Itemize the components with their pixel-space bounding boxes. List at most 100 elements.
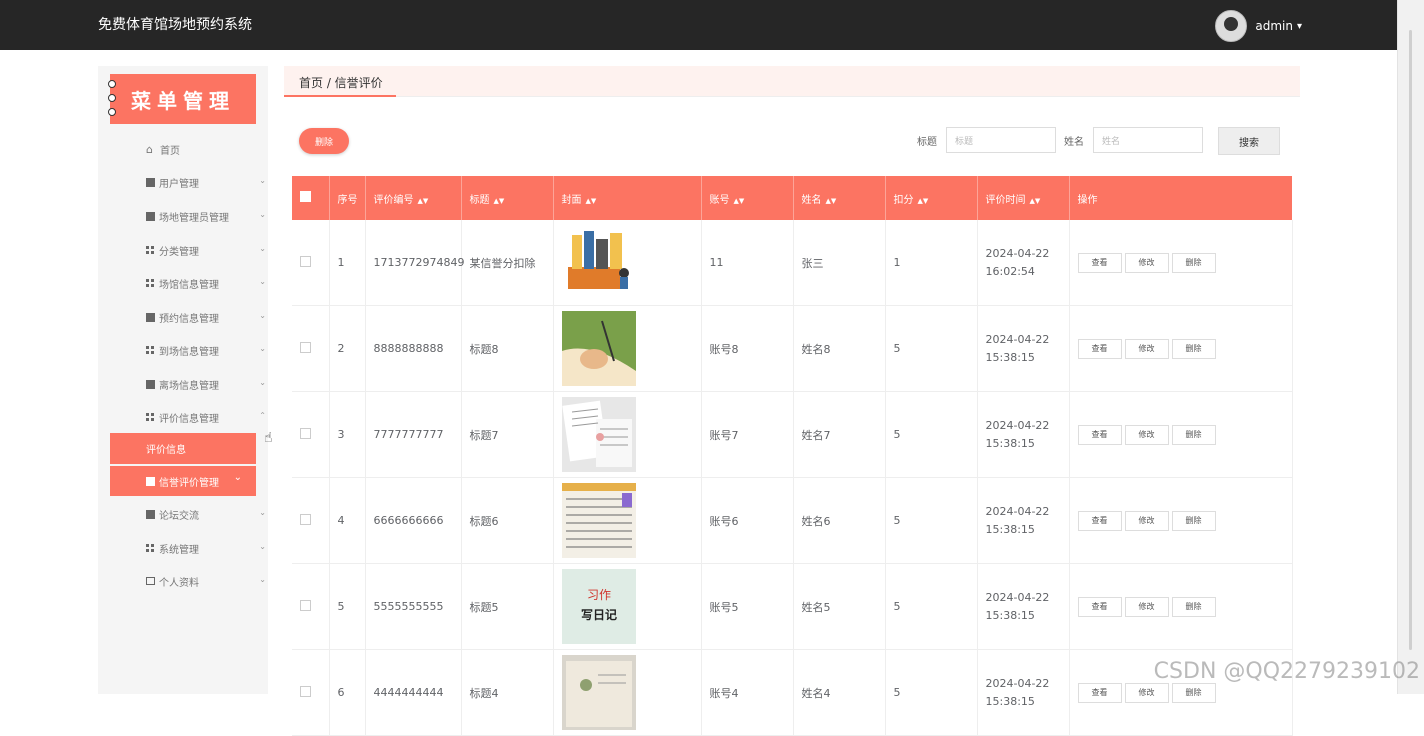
sidebar-item-4[interactable]: 场馆信息管理 ⌄ [146, 273, 266, 293]
sidebar-item-1[interactable]: 用户管理 ⌄ [146, 172, 266, 192]
view-button[interactable]: 查看 [1077, 682, 1122, 703]
row-checkbox-cell[interactable] [292, 563, 330, 650]
header-title[interactable]: 标题 ▲▼ [461, 176, 554, 220]
sidebar-item-5[interactable]: 预约信息管理 ⌄ [146, 307, 266, 327]
chevron-down-icon[interactable]: ⌄ [259, 575, 266, 584]
delete-button[interactable]: 删除 [1171, 424, 1216, 445]
row-checkbox[interactable] [300, 685, 311, 697]
chevron-down-icon[interactable]: ⌄ [259, 210, 266, 219]
title-search-label: 标题 [917, 137, 937, 148]
row-checkbox-cell[interactable] [292, 477, 330, 564]
chevron-down-icon[interactable]: ⌄ [259, 244, 266, 253]
header-cover[interactable]: 封面 ▲▼ [553, 176, 702, 220]
sort-icon[interactable]: ▲▼ [918, 197, 929, 205]
table-row[interactable]: 4 6666666666 标题6 账号6 姓名6 5 2024-04-22 15:38:15… [292, 477, 1293, 564]
row-cover-image [553, 305, 702, 392]
chevron-down-icon[interactable]: ⌄ [259, 508, 266, 517]
view-button[interactable]: 查看 [1077, 510, 1122, 531]
select-all-checkbox[interactable] [292, 176, 330, 220]
row-points: 5 [885, 305, 978, 392]
sidebar-item-10[interactable]: 信誉评价管理 ⌄ [110, 466, 256, 496]
edit-button[interactable]: 修改 [1124, 682, 1169, 703]
chevron-down-icon[interactable]: ⌄ [234, 472, 242, 483]
table-row[interactable]: 3 7777777777 标题7 账号7 姓名7 5 2024-04-22 15:38:15… [292, 391, 1293, 478]
edit-button[interactable]: 修改 [1124, 596, 1169, 617]
sidebar-item-0[interactable]: ⌂ 首页 [146, 139, 246, 159]
row-checkbox[interactable] [300, 599, 311, 611]
title-search-input[interactable]: 标题 [946, 127, 1056, 153]
row-points: 5 [885, 477, 978, 564]
sidebar-item-label: 分类管理 [159, 246, 199, 258]
search-button[interactable]: 搜索 [1218, 127, 1280, 155]
page-scrollbar[interactable] [1397, 0, 1424, 694]
chat-icon [146, 509, 155, 519]
chevron-down-icon[interactable]: ⌄ [259, 542, 266, 551]
breadcrumb-text[interactable]: 首页 / 信誉评价 [299, 74, 383, 91]
caret-down-icon[interactable]: ▾ [1297, 21, 1302, 32]
row-checkbox[interactable] [300, 513, 311, 525]
row-checkbox[interactable] [300, 427, 311, 439]
table-row[interactable]: 1 1713772974849 某信誉分扣除 11 张三 1 2024-04-22 16:0… [292, 220, 1293, 306]
row-cover-image [553, 220, 702, 306]
table-row[interactable]: 6 4444444444 标题4 账号4 姓名4 5 2024-04-22 15:38:15… [292, 649, 1293, 736]
view-button[interactable]: 查看 [1077, 338, 1122, 359]
chevron-down-icon[interactable]: ⌄ [259, 378, 266, 387]
chevron-down-icon[interactable]: ⌄ [259, 311, 266, 320]
sidebar-item-2[interactable]: 场地管理员管理 ⌄ [146, 206, 266, 226]
row-checkbox[interactable] [300, 255, 311, 267]
select-all-checkbox-box[interactable] [300, 191, 311, 202]
view-button[interactable]: 查看 [1077, 252, 1122, 273]
chevron-down-icon[interactable]: ⌄ [259, 344, 266, 353]
row-checkbox-cell[interactable] [292, 220, 330, 306]
delete-button[interactable]: 删除 [1171, 682, 1216, 703]
sidebar-item-7[interactable]: 离场信息管理 ⌄ [146, 374, 266, 394]
delete-button[interactable]: 删除 [1171, 510, 1216, 531]
sidebar-item-11[interactable]: 论坛交流 ⌄ [146, 504, 266, 524]
user-menu[interactable]: admin ▾ [1215, 10, 1302, 42]
row-checkbox-cell[interactable] [292, 305, 330, 392]
header-account[interactable]: 账号 ▲▼ [701, 176, 794, 220]
watermark: CSDN @QQ2279239102 [1153, 659, 1420, 684]
view-button[interactable]: 查看 [1077, 424, 1122, 445]
scrollbar-thumb[interactable] [1409, 30, 1412, 650]
edit-button[interactable]: 修改 [1124, 338, 1169, 359]
batch-delete-button[interactable]: 删除 [299, 128, 349, 154]
binder-ring-icon [108, 94, 116, 102]
sidebar-item-3[interactable]: 分类管理 ⌄ [146, 240, 266, 260]
delete-button[interactable]: 删除 [1171, 252, 1216, 273]
row-checkbox-cell[interactable] [292, 391, 330, 478]
sort-icon[interactable]: ▲▼ [1030, 197, 1041, 205]
header-points[interactable]: 扣分 ▲▼ [885, 176, 978, 220]
sort-icon[interactable]: ▲▼ [494, 197, 505, 205]
row-checkbox-cell[interactable] [292, 649, 330, 736]
sort-icon[interactable]: ▲▼ [826, 197, 837, 205]
sidebar-item-8[interactable]: 评价信息管理 ⌃ [146, 407, 266, 427]
chevron-up-icon[interactable]: ⌃ [259, 411, 266, 420]
view-button[interactable]: 查看 [1077, 596, 1122, 617]
avatar[interactable] [1215, 10, 1248, 42]
edit-button[interactable]: 修改 [1124, 510, 1169, 531]
sidebar-item-6[interactable]: 到场信息管理 ⌄ [146, 340, 266, 360]
username[interactable]: admin [1255, 19, 1293, 33]
sort-icon[interactable]: ▲▼ [586, 197, 597, 205]
sidebar-item-12[interactable]: 系统管理 ⌄ [146, 538, 266, 558]
edit-button[interactable]: 修改 [1124, 252, 1169, 273]
header-name[interactable]: 姓名 ▲▼ [793, 176, 886, 220]
sort-icon[interactable]: ▲▼ [734, 197, 745, 205]
delete-button[interactable]: 删除 [1171, 338, 1216, 359]
table-row[interactable]: 2 8888888888 标题8 账号8 姓名8 5 2024-04-22 15:38:15… [292, 305, 1293, 392]
edit-button[interactable]: 修改 [1124, 424, 1169, 445]
chevron-down-icon[interactable]: ⌄ [259, 176, 266, 185]
sidebar-item-label: 系统管理 [159, 544, 199, 556]
table-row[interactable]: 5 5555555555 标题5 习作 写日记 账号5 姓名5 5 2024-04-22 15:… [292, 563, 1293, 650]
row-no: 2 [329, 305, 366, 392]
header-code[interactable]: 评价编号 ▲▼ [365, 176, 462, 220]
sort-icon[interactable]: ▲▼ [418, 197, 429, 205]
row-checkbox[interactable] [300, 341, 311, 353]
sidebar-item-9[interactable]: 评价信息 [110, 433, 256, 464]
sidebar-item-13[interactable]: 个人资料 ⌄ [146, 571, 266, 591]
chevron-down-icon[interactable]: ⌄ [259, 277, 266, 286]
header-time[interactable]: 评价时间 ▲▼ [977, 176, 1070, 220]
delete-button[interactable]: 删除 [1171, 596, 1216, 617]
name-search-input[interactable]: 姓名 [1093, 127, 1203, 153]
